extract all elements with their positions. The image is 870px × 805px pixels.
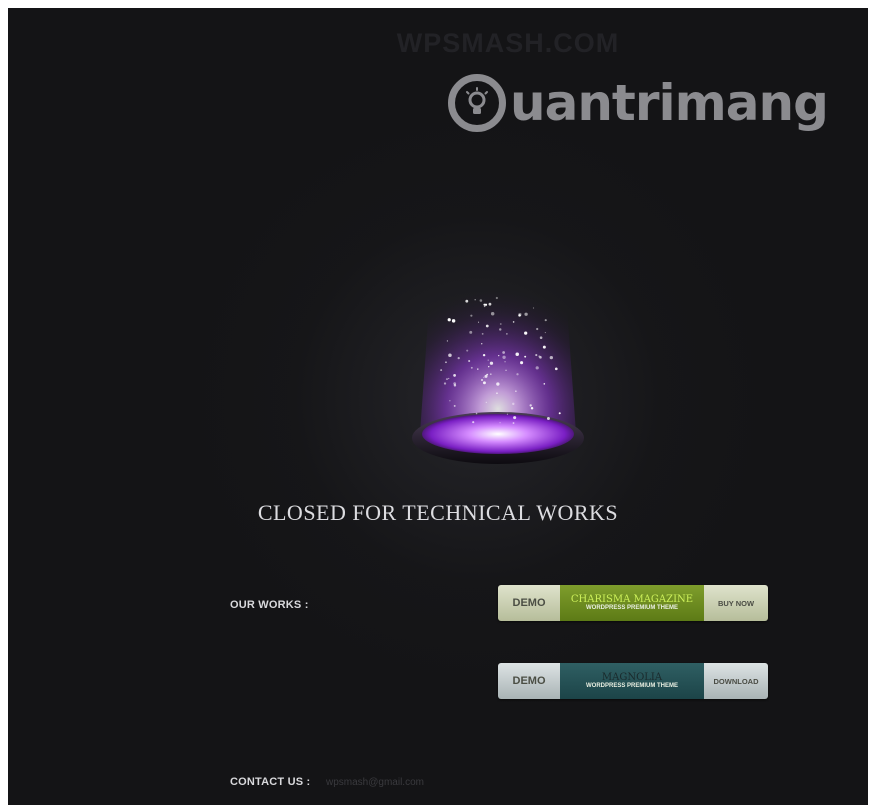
site-title: WPSMASH.COM: [396, 28, 620, 58]
lightbulb-icon: [448, 74, 506, 132]
contact-email-link[interactable]: wpsmash@gmail.com: [326, 777, 424, 788]
magic-portal-illustration: [408, 258, 588, 473]
demo-button[interactable]: DEMO: [498, 585, 560, 621]
page-background: WPSMASH.COM uantrimang CLOSED FOR TECHNI…: [8, 8, 868, 805]
theme-name: CHARISMA MAGAZINE: [570, 594, 694, 606]
theme-subtitle: WORDPRESS PREMIUM THEME: [585, 683, 678, 690]
contact-us-label: CONTACT US :: [230, 776, 311, 788]
theme-subtitle: WORDPRESS PREMIUM THEME: [585, 605, 678, 612]
our-works-label: OUR WORKS :: [230, 599, 309, 611]
closed-message: CLOSED FOR TECHNICAL WORKS: [257, 500, 619, 525]
theme-banner-magnolia: DEMO MAGNOLIA WORDPRESS PREMIUM THEME DO…: [498, 663, 768, 699]
buy-now-button[interactable]: BUY NOW: [704, 585, 768, 621]
demo-button[interactable]: DEMO: [498, 663, 560, 699]
watermark-text: uantrimang: [510, 74, 829, 132]
download-button[interactable]: DOWNLOAD: [704, 663, 768, 699]
theme-name: MAGNOLIA: [601, 672, 663, 684]
theme-info[interactable]: MAGNOLIA WORDPRESS PREMIUM THEME: [560, 663, 704, 699]
theme-info[interactable]: CHARISMA MAGAZINE WORDPRESS PREMIUM THEM…: [560, 585, 704, 621]
theme-banner-charisma: DEMO CHARISMA MAGAZINE WORDPRESS PREMIUM…: [498, 585, 768, 621]
watermark-logo: uantrimang: [448, 63, 829, 143]
